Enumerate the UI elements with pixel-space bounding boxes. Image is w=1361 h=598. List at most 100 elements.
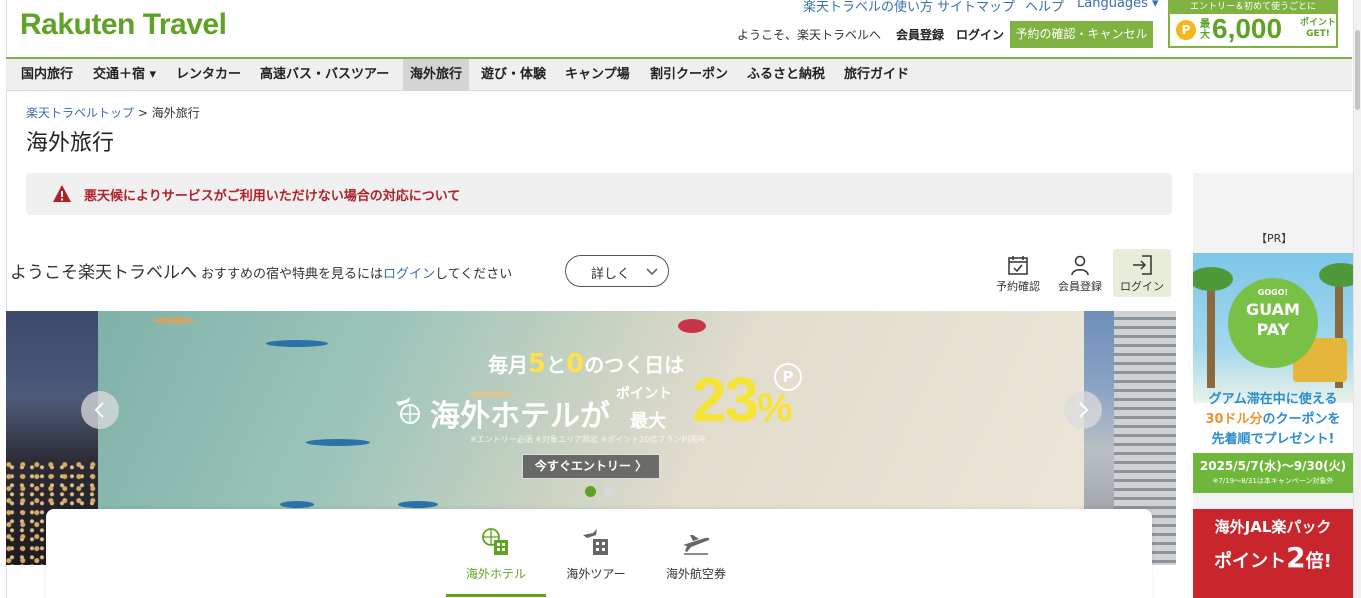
account-signup-label: 会員登録 [1058, 280, 1102, 293]
promo-unit-points: ポイント [1300, 18, 1337, 28]
chevron-right-icon [1079, 402, 1089, 418]
hero-text-to: と [546, 353, 567, 377]
welcome-row: ようこそ楽天トラベルへ おすすめの宿や特典を見るにはログインしてください [10, 258, 512, 283]
search-panel: 海外ホテル 海外ツアー 海外航空券 [46, 509, 1152, 598]
nav-highway-bus[interactable]: 高速バス・バスツアー [253, 59, 396, 91]
airplane-icon [683, 535, 710, 555]
welcome-text: ようこそ、楽天トラベルへ [737, 28, 882, 42]
breadcrumb-separator: > [134, 106, 152, 120]
promo-unit: ポイント GET! [1300, 18, 1336, 40]
hero-percent-number: 23 [692, 366, 759, 435]
guam-pay-badge-bot: PAY [1256, 320, 1290, 339]
booking-check-cancel-button[interactable]: 予約の確認・キャンセル [1010, 21, 1153, 48]
account-booking-label: 予約確認 [996, 280, 1040, 293]
how-to-use-link[interactable]: 楽天トラベルの使い方 [803, 0, 933, 15]
jal-ad-title: 海外JAL楽パック [1214, 518, 1332, 536]
jal-rakupack-ad[interactable]: 海外JAL楽パック ポイント2倍! [1193, 509, 1353, 598]
breadcrumb-top-link[interactable]: 楽天トラベルトップ [26, 106, 134, 120]
carousel-dot[interactable] [603, 486, 614, 497]
hero-headline-1: 毎月5と0のつく日は [488, 349, 684, 379]
account-signup-button[interactable]: 会員登録 [1051, 252, 1109, 298]
welcome-heading: ようこそ楽天トラベルへ [10, 263, 197, 283]
logo-text: Rakuten Travel [20, 8, 227, 41]
point-coin-icon: P [1176, 20, 1196, 40]
tab-overseas-flights[interactable]: 海外航空券 [646, 527, 746, 597]
languages-dropdown[interactable]: Languages ▾ [1077, 0, 1159, 11]
nav-overseas[interactable]: 海外旅行 [403, 59, 470, 91]
nav-coupons[interactable]: 割引クーポン [643, 59, 735, 91]
promo-amount: 6,000 [1212, 13, 1283, 44]
tab-overseas-tour[interactable]: 海外ツアー [546, 527, 646, 597]
jal-ad-points: ポイント2倍! [1193, 541, 1353, 574]
carousel-next-button[interactable] [1064, 391, 1102, 429]
hero-points-label: ポイント [616, 386, 672, 402]
promo-headline: エントリー＆初めて使うごとに [1170, 0, 1336, 14]
hero-percent-sign: % [756, 386, 793, 430]
guam-pay-badge-top: GOGO! [1257, 288, 1289, 297]
help-link[interactable]: ヘルプ [1025, 0, 1064, 15]
jal-ad-points-label: ポイント [1214, 551, 1287, 572]
scrollbar-thumb[interactable] [1355, 30, 1360, 110]
nav-furusato[interactable]: ふるさと納税 [740, 59, 832, 91]
hero-text-monthly: 毎月 [488, 353, 528, 377]
rakuten-travel-logo[interactable]: Rakuten Travel [20, 8, 227, 42]
account-login-label: ログイン [1120, 280, 1164, 293]
nav-rental-car[interactable]: レンタカー [169, 59, 248, 91]
welcome-subtext: おすすめの宿や特典を見るには [201, 267, 384, 282]
chevron-left-icon [94, 402, 104, 418]
plane-building-icon [583, 529, 608, 555]
weather-alert[interactable]: 悪天候によりサービスがご利用いただけない場合の対応について [26, 173, 1172, 215]
globe-plane-icon [396, 397, 420, 424]
hero-banner[interactable]: 毎月5と0のつく日は 海外ホテルが ポイント 最大 23% P ※エントリー必須… [98, 311, 1084, 509]
breadcrumb-current: 海外旅行 [151, 106, 200, 120]
hero-entry-button[interactable]: 今すぐエントリー 〉 [522, 454, 660, 479]
nav-domestic[interactable]: 国内旅行 [14, 59, 80, 91]
guam-pay-copy: グアム滞在中に使える 30ドル分のクーポンを 先着順でプレゼント! [1193, 390, 1353, 450]
hero-max-label: 最大 [630, 411, 666, 432]
main-navigation: 国内旅行 交通＋宿 ▾ レンタカー 高速バス・バスツアー 海外旅行 遊び・体験 … [6, 57, 1352, 91]
jal-ad-points-number: 2 [1286, 541, 1306, 574]
tab-overseas-hotel-label: 海外ホテル [465, 567, 526, 581]
hero-text-5: 5 [528, 349, 547, 379]
tab-overseas-hotel[interactable]: 海外ホテル [446, 527, 546, 597]
welcome-subtext-tail: してください [435, 267, 513, 282]
promo-max-label: 最大 [1200, 19, 1210, 41]
guam-pay-copy-2: のクーポンを [1262, 412, 1341, 427]
guam-pay-copy-amount: 30ドル分 [1205, 412, 1263, 427]
account-booking-button[interactable]: 予約確認 [989, 252, 1047, 298]
jal-ad-points-times: 倍! [1305, 551, 1332, 572]
login-link[interactable]: ログイン [956, 26, 1004, 43]
guam-pay-period: 2025/5/7(水)～9/30(火) ※7/19～8/31は本キャンペーン対象… [1193, 453, 1353, 493]
guam-pay-ad[interactable]: GOGO! GUAM PAY グアム滞在中に使える 30ドル分のクーポンを 先着… [1193, 253, 1353, 493]
alert-text: 悪天候によりサービスがご利用いただけない場合の対応について [84, 189, 461, 204]
nav-activities[interactable]: 遊び・体験 [474, 59, 553, 91]
signup-link[interactable]: 会員登録 [896, 26, 944, 43]
guam-pay-badge-mid: GUAM [1246, 300, 1300, 319]
user-icon [1071, 255, 1089, 276]
welcome-login-link[interactable]: ログイン [383, 267, 435, 282]
promo-unit-get: GET! [1306, 29, 1330, 39]
guam-pay-period-note: ※7/19～8/31は本キャンペーン対象外 [1212, 477, 1334, 485]
guam-pay-copy-3: 先着順でプレゼント! [1211, 432, 1335, 447]
details-button[interactable]: 詳しく [565, 255, 669, 287]
nav-camping[interactable]: キャンプ場 [558, 59, 637, 91]
guam-pay-period-dates: 2025/5/7(水)～9/30(火) [1199, 459, 1347, 473]
calendar-check-icon [1008, 256, 1028, 275]
guam-pay-badge: GOGO! GUAM PAY [1228, 278, 1318, 368]
pr-label: 【PR】 [1256, 232, 1293, 245]
carousel-dot-active[interactable] [585, 486, 596, 497]
warning-icon [53, 185, 71, 202]
carousel-prev-button[interactable] [81, 391, 119, 429]
breadcrumb: 楽天トラベルトップ > 海外旅行 [26, 104, 200, 121]
details-button-label: 詳しく [591, 267, 631, 282]
account-login-button[interactable]: ログイン [1113, 249, 1171, 297]
sitemap-link[interactable]: サイトマップ [937, 0, 1015, 15]
points-promo-banner[interactable]: エントリー＆初めて使うごとに P 最大 6,000 ポイント GET! [1168, 0, 1338, 48]
chevron-down-icon [646, 268, 658, 276]
page-title: 海外旅行 [26, 131, 115, 156]
hero-text-0: 0 [566, 349, 585, 379]
tab-overseas-flights-label: 海外航空券 [665, 567, 726, 581]
nav-transport-hotel[interactable]: 交通＋宿 ▾ [86, 59, 163, 91]
point-circle-icon: P [774, 363, 802, 391]
nav-travel-guide[interactable]: 旅行ガイド [837, 59, 916, 91]
